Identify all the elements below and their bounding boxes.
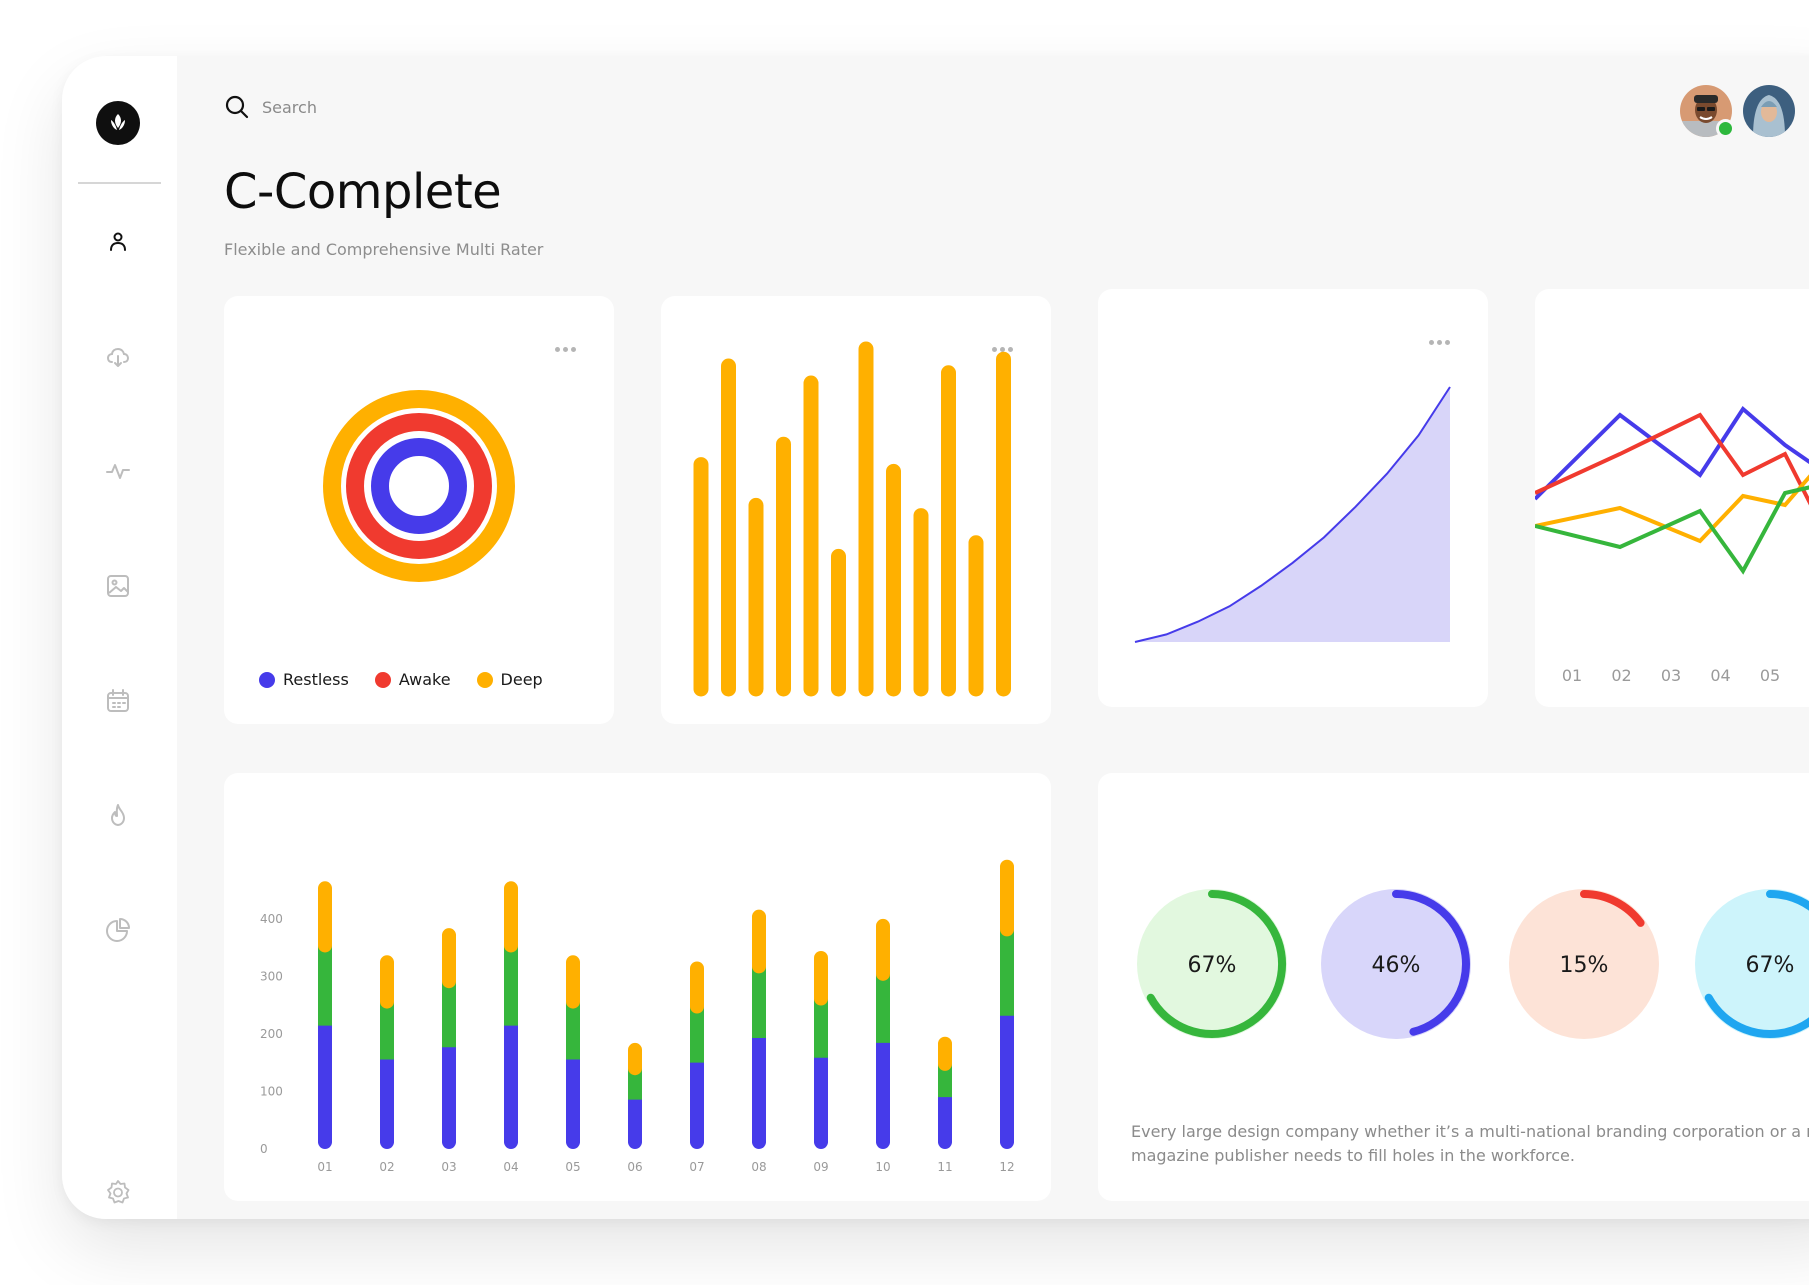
avatar[interactable]: [1680, 85, 1735, 138]
sleep-rings-card: Restless Awake Deep: [224, 296, 614, 724]
y-tick-label: 200: [260, 1027, 283, 1041]
x-tick-label: 02: [379, 1160, 394, 1174]
x-tick-label: 02: [1611, 666, 1631, 685]
gear-icon: [107, 1180, 130, 1204]
series-line: [1535, 474, 1809, 544]
x-tick-label: 04: [1710, 666, 1730, 685]
legend-dot: [476, 671, 493, 688]
x-tick-label: 04: [503, 1160, 518, 1174]
app-window: C-Complete Flexible and Comprehensive Mu…: [62, 56, 1809, 1219]
sidebar-item-calendar[interactable]: [94, 677, 142, 725]
x-tick-label: 08: [751, 1160, 766, 1174]
user-icon: [110, 232, 126, 251]
sidebar-item-activity[interactable]: [94, 447, 142, 495]
y-tick-label: 0: [260, 1142, 268, 1156]
legend-item-awake: Awake: [374, 670, 451, 689]
gauge-label: 46%: [1371, 953, 1421, 978]
page-title: C-Complete: [224, 164, 502, 220]
x-tick-label: 07: [689, 1160, 704, 1174]
gauge-label: 67%: [1187, 953, 1237, 978]
bar-chart-card: [661, 296, 1051, 724]
multi-line-chart: 01 02 03 04 05: [1535, 405, 1809, 685]
pie-chart-icon: [106, 918, 130, 942]
avatar[interactable]: [1743, 85, 1795, 137]
cloud-download-icon: [106, 347, 130, 367]
yellow-bar-chart: [693, 341, 1011, 697]
x-tick-label: 06: [627, 1160, 642, 1174]
x-tick-label: 11: [937, 1160, 952, 1174]
line-chart-card: 01 02 03 04 05: [1535, 289, 1809, 707]
area-fill: [1135, 387, 1450, 642]
x-tick-label: 03: [1661, 666, 1681, 685]
x-tick-label: 09: [813, 1160, 828, 1174]
activity-icon: [106, 464, 130, 479]
ring-restless: [371, 438, 467, 534]
x-tick-label: 12: [999, 1160, 1014, 1174]
x-tick-label: 10: [875, 1160, 890, 1174]
online-status-dot: [1716, 119, 1735, 138]
y-tick-label: 400: [260, 912, 283, 926]
area-chart-card: [1098, 289, 1488, 707]
rings-chart: [323, 390, 515, 582]
x-tick-label: 01: [317, 1160, 332, 1174]
sidebar-item-profile[interactable]: [94, 218, 142, 266]
stacked-bar-card: 0 100 200 300 400 01 02 03 04 05 06 07 08 09 10 11 12: [224, 773, 1051, 1201]
area-chart: [1134, 386, 1451, 643]
sidebar-item-download[interactable]: [94, 333, 142, 381]
image-icon: [107, 575, 129, 597]
legend-label: Awake: [398, 670, 451, 689]
legend-label: Restless: [283, 670, 349, 689]
series-line: [1535, 405, 1809, 501]
chart-legend: Restless Awake Deep: [259, 670, 543, 689]
legend-label: Deep: [500, 670, 543, 689]
page-subtitle: Flexible and Comprehensive Multi Rater: [224, 240, 544, 259]
stacked-bar-chart: 0 100 200 300 400 01 02 03 04 05 06 07 08 09 10 11 12: [260, 859, 1015, 1174]
x-tick-label: 03: [441, 1160, 456, 1174]
description-text: Every large design company whether it’s …: [1131, 1122, 1809, 1165]
sidebar-item-reports[interactable]: [94, 906, 142, 954]
sidebar: [62, 56, 177, 1219]
sidebar-item-settings[interactable]: [94, 1168, 142, 1216]
legend-dot: [374, 671, 391, 688]
x-tick-label: 01: [1562, 666, 1582, 685]
leaf-logo-icon[interactable]: [96, 101, 140, 145]
y-tick-label: 100: [260, 1085, 283, 1099]
search-input[interactable]: [260, 96, 464, 118]
gauge-label: 67%: [1745, 953, 1795, 978]
calendar-icon: [107, 689, 129, 712]
sidebar-divider: [78, 182, 161, 184]
flame-icon: [111, 804, 125, 826]
x-tick-label: 05: [565, 1160, 580, 1174]
legend-item-deep: Deep: [476, 670, 543, 689]
y-tick-label: 300: [260, 970, 283, 984]
x-tick-label: 05: [1760, 666, 1780, 685]
legend-dot: [259, 671, 275, 688]
sidebar-item-trending[interactable]: [94, 791, 142, 839]
gauge-label: 15%: [1559, 953, 1609, 978]
sidebar-item-gallery[interactable]: [94, 562, 142, 610]
legend-item-restless: Restless: [259, 670, 349, 689]
search-icon: [225, 95, 249, 119]
gauges-card: 67% 46% 15% 67% Every large design compa…: [1098, 773, 1809, 1201]
search-bar[interactable]: [224, 86, 484, 128]
